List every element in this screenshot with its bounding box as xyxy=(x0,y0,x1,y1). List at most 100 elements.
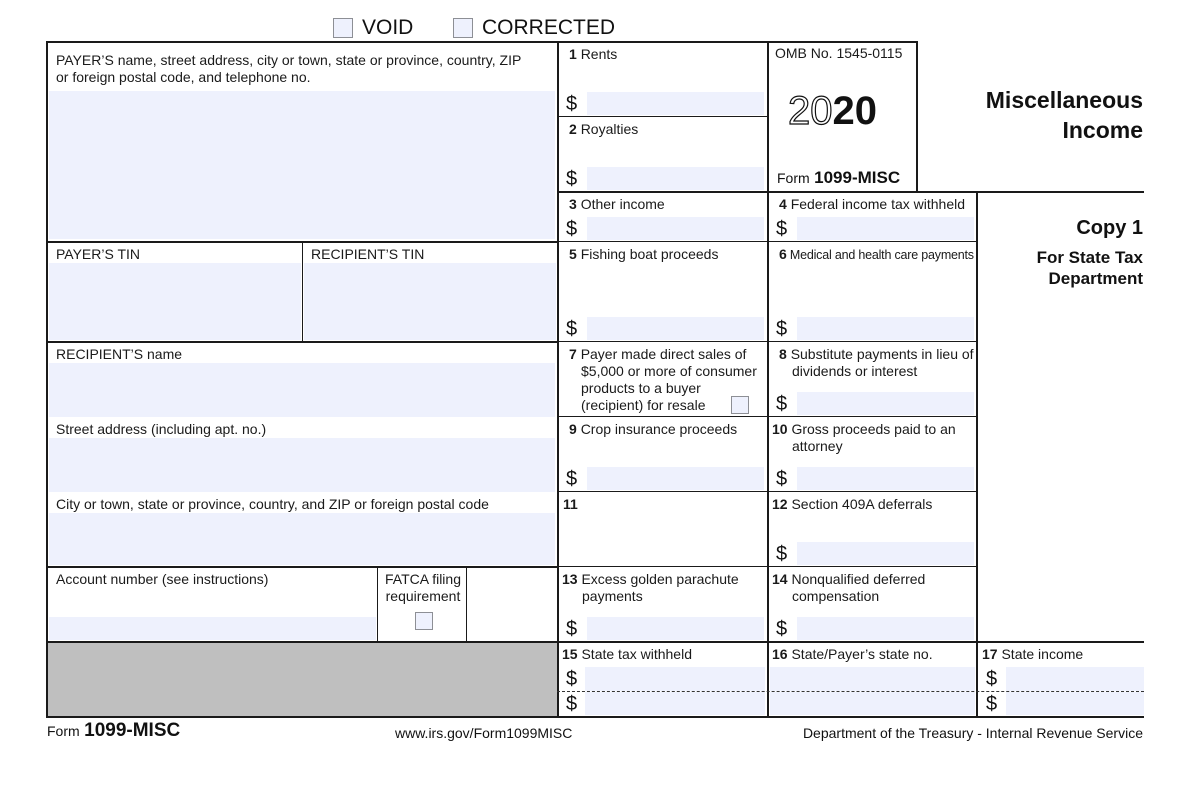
fatca-label: FATCA filing requirement xyxy=(385,571,461,604)
divider-row-11 xyxy=(557,491,977,492)
shaded-area xyxy=(48,643,557,716)
box-16-field-2[interactable] xyxy=(770,692,975,715)
account-number-field[interactable] xyxy=(49,617,376,640)
footer-url: www.irs.gov/Form1099MISC xyxy=(395,725,573,741)
frame-bottom xyxy=(46,716,1144,718)
fatca-checkbox[interactable] xyxy=(415,612,433,630)
street-address-label: Street address (including apt. no.) xyxy=(56,421,267,437)
box-10-dollar: $ xyxy=(776,468,788,490)
divider-row-13 xyxy=(557,566,977,567)
box-1-label: 1 Rents xyxy=(569,46,618,62)
box-14-field[interactable] xyxy=(797,617,974,640)
recipient-name-label: RECIPIENT’S name xyxy=(56,346,183,362)
box-2-field[interactable] xyxy=(587,167,764,190)
payer-name-field[interactable] xyxy=(49,91,555,239)
divider-fatca-left xyxy=(377,566,378,642)
box-9-field[interactable] xyxy=(587,467,764,490)
box-16-label: 16 State/Payer’s state no. xyxy=(772,646,933,662)
box-3-dollar: $ xyxy=(566,218,578,240)
copy-subtitle: For State Tax Department xyxy=(1036,248,1143,288)
payer-tin-label: PAYER’S TIN xyxy=(56,246,141,262)
box-14-label: 14 Nonqualified deferred compensation xyxy=(772,571,926,604)
box-6-label: 6 Medical and health care payments xyxy=(779,246,974,262)
recipient-tin-label: RECIPIENT’S TIN xyxy=(311,246,425,262)
box-6-field[interactable] xyxy=(797,317,974,340)
footer-agency: Department of the Treasury - Internal Re… xyxy=(802,725,1143,741)
box-11-field[interactable] xyxy=(560,515,765,565)
box-8-field[interactable] xyxy=(797,392,974,415)
street-address-field[interactable] xyxy=(49,438,555,492)
form-name-header: Form 1099-MISC xyxy=(777,168,901,187)
box-12-dollar: $ xyxy=(776,543,788,565)
divider-b1-b2 xyxy=(557,116,767,117)
box-15-dollar-2: $ xyxy=(566,693,578,715)
divider-col-main xyxy=(557,41,559,718)
city-label: City or town, state or province, country… xyxy=(56,496,489,512)
box-4-dollar: $ xyxy=(776,218,788,240)
tax-year-bold: 20 xyxy=(832,89,878,133)
divider-row-7 xyxy=(557,341,977,342)
box-16-field-1[interactable] xyxy=(770,667,975,691)
box-10-field[interactable] xyxy=(797,467,974,490)
divider-account xyxy=(46,566,558,568)
box-9-label: 9 Crop insurance proceeds xyxy=(569,421,738,437)
box-12-field[interactable] xyxy=(797,542,974,565)
box-15-field-2[interactable] xyxy=(585,692,765,715)
box-11-label: 11 xyxy=(563,496,578,512)
box-4-field[interactable] xyxy=(797,217,974,240)
divider-col-mid xyxy=(767,41,769,718)
tax-year: 2020 xyxy=(787,88,878,133)
void-checkbox[interactable] xyxy=(333,18,353,38)
account-number-label: Account number (see instructions) xyxy=(56,571,269,587)
corrected-checkbox[interactable] xyxy=(453,18,473,38)
recipient-name-field[interactable] xyxy=(49,363,555,417)
box-2-label: 2 Royalties xyxy=(569,121,639,137)
divider-row-3 xyxy=(557,191,1144,193)
omb-number: OMB No. 1545-0115 xyxy=(775,45,903,61)
corrected-label: CORRECTED xyxy=(482,16,616,39)
void-label: VOID xyxy=(362,16,414,39)
box-5-dollar: $ xyxy=(566,318,578,340)
box-12-label: 12 Section 409A deferrals xyxy=(772,496,933,512)
box-17-field-2[interactable] xyxy=(1006,692,1144,715)
recipient-tin-field[interactable] xyxy=(304,263,556,340)
box-15-dollar-1: $ xyxy=(566,668,578,690)
box-1-field[interactable] xyxy=(587,92,764,115)
box-17-dollar-1: $ xyxy=(986,668,998,690)
box-2-dollar: $ xyxy=(566,168,578,190)
form-title: Miscellaneous Income xyxy=(985,87,1143,143)
divider-row-5 xyxy=(557,241,977,242)
city-field[interactable] xyxy=(49,513,555,565)
box-5-field[interactable] xyxy=(587,317,764,340)
frame-top xyxy=(46,41,918,43)
box-5-label: 5 Fishing boat proceeds xyxy=(569,246,719,262)
frame-left xyxy=(46,41,48,718)
divider-recipient-name xyxy=(46,341,558,343)
box-17-label: 17 State income xyxy=(982,646,1084,662)
box-17-field-1[interactable] xyxy=(1006,667,1144,691)
footer-form-name: Form 1099-MISC xyxy=(47,720,181,741)
box-7-label: 7 Payer made direct sales of $5,000 or m… xyxy=(569,346,757,413)
copy-title: Copy 1 xyxy=(1076,217,1143,239)
tax-year-outline: 20 xyxy=(787,88,833,133)
box-13-label: 13 Excess golden parachute payments xyxy=(562,571,739,604)
box-3-field[interactable] xyxy=(587,217,764,240)
payer-tin-field[interactable] xyxy=(49,263,301,340)
box-15-field-1[interactable] xyxy=(585,667,765,691)
box-10-label: 10 Gross proceeds paid to an attorney xyxy=(772,421,956,454)
divider-tins xyxy=(302,241,303,341)
box-13-field[interactable] xyxy=(587,617,764,640)
divider-row-9 xyxy=(557,416,977,417)
box-14-dollar: $ xyxy=(776,618,788,640)
box-13-dollar: $ xyxy=(566,618,578,640)
divider-omb-right xyxy=(916,41,918,193)
box-8-dollar: $ xyxy=(776,393,788,415)
box-15-label: 15 State tax withheld xyxy=(562,646,692,662)
box-4-label: 4 Federal income tax withheld xyxy=(779,196,965,212)
box-6-dollar: $ xyxy=(776,318,788,340)
box-7-checkbox[interactable] xyxy=(731,396,749,414)
payer-name-label: PAYER’S name, street address, city or to… xyxy=(56,52,522,85)
box-9-dollar: $ xyxy=(566,468,578,490)
box-3-label: 3 Other income xyxy=(569,196,665,212)
box-1-dollar: $ xyxy=(566,93,578,115)
